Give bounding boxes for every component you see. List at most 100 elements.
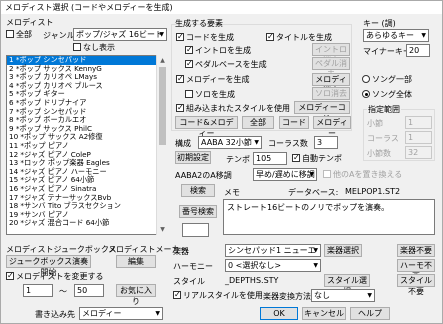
chord-melody-button[interactable]: コード&メロディー [175, 116, 238, 138]
init-settings-button[interactable]: 初期設定 [175, 151, 211, 164]
chevron-down-icon: ▼ [254, 139, 259, 146]
chord-checkbox-label: コードを生成 [186, 33, 234, 42]
melodist-list[interactable]: 1 *ポップ シンセパッド 2 *ポップ サックス KennyG 3 *ポップ カリ… [6, 55, 168, 235]
pedal-checkbox[interactable]: ペダルベースを生成 [185, 58, 267, 70]
melody-checkbox-box[interactable] [176, 73, 184, 84]
chord-button[interactable]: コード [279, 116, 309, 129]
solo-erase-button[interactable]: ソロ消去 [312, 87, 350, 100]
jukebox-to-input[interactable]: 50 [74, 284, 104, 297]
song-part-radio-dot[interactable] [362, 74, 370, 83]
aaba-select[interactable]: 早め/遅めに移調 ▼ [253, 168, 317, 181]
help-button[interactable]: ヘルプ [350, 307, 390, 320]
ok-button[interactable]: OK [260, 307, 298, 320]
melody-checkbox-label: メロディーを生成 [186, 75, 250, 84]
title-checkbox[interactable]: タイトルを生成 [266, 31, 332, 43]
title-checkbox-label: タイトルを生成 [276, 33, 332, 42]
bar-label: 小節 [367, 119, 383, 128]
chorus-label: コーラス [367, 134, 399, 143]
harmony-select[interactable]: 0 <選択なし> ▼ [225, 259, 321, 272]
solo-checkbox-label: ソロを生成 [195, 90, 235, 99]
melody-button[interactable]: メロディー [313, 116, 351, 138]
num-bars-input[interactable]: 32 [405, 146, 432, 159]
tempo-input[interactable]: 105 [253, 152, 287, 165]
replace-other-a-checkbox-box[interactable] [323, 169, 331, 178]
melody-erase-button[interactable]: メロディ消去 [312, 73, 350, 95]
instrument-none-button[interactable]: 楽器不要 [397, 244, 435, 257]
aaba-label: AABA2のA移調 [175, 171, 232, 180]
chord-checkbox-box[interactable] [176, 31, 184, 42]
style-none-button[interactable]: スタイル不要 [397, 274, 435, 296]
jukebox-start-button[interactable]: ジュークボックス演奏開始 [6, 255, 91, 277]
melody-chord-button[interactable]: メロディーコード [294, 101, 350, 123]
hide-checkbox-label: なし表示 [83, 43, 115, 52]
style-label: スタイル [173, 277, 205, 286]
scrollbar-thumb[interactable] [159, 67, 166, 145]
change-melodist-checkbox-box[interactable] [6, 270, 14, 281]
minor-key-label: マイナーキー [363, 47, 411, 56]
instrument-label: 楽器 [173, 247, 189, 256]
song-all-radio[interactable]: ソング全体 [362, 89, 412, 100]
jukebox-header: メロディストジュークボックス [6, 245, 117, 254]
memo-textarea[interactable]: ストレート16ビートのノリでポップを演奏。 [223, 199, 435, 235]
database-value: MELPOP1.ST2 [345, 187, 401, 196]
embedded-style-checkbox[interactable]: 組み込まれたスタイルを使用 [176, 102, 290, 114]
song-part-radio[interactable]: ソング一部 [362, 74, 412, 85]
jukebox-from-input[interactable]: 1 [23, 284, 53, 297]
intro-checkbox[interactable]: イントロを生成 [185, 44, 251, 56]
all-generate-button[interactable]: 全部 [242, 116, 274, 129]
song-all-radio-dot[interactable] [362, 89, 370, 98]
change-melodist-checkbox[interactable]: メロディストを変更する [6, 270, 104, 282]
real-style-checkbox[interactable]: リアルスタイルを使用 [173, 289, 263, 301]
song-all-radio-label: ソング全体 [372, 90, 412, 99]
melodist-list-item[interactable]: 20 *ジャズ 混合コード 64小節 [7, 219, 167, 228]
key-select[interactable]: あらゆるキー ▼ [363, 29, 429, 42]
chorus-input[interactable]: 1 [405, 131, 432, 144]
pedal-checkbox-box[interactable] [185, 58, 193, 69]
scroll-down-icon[interactable]: ▼ [157, 224, 168, 235]
search-button[interactable]: 検索 [181, 184, 215, 197]
edit-button[interactable]: 編集 [116, 255, 156, 268]
auto-tempo-checkbox-box[interactable] [292, 152, 300, 163]
all-checkbox[interactable]: 全部 [6, 29, 32, 40]
instrument-select-button[interactable]: 楽器選択 [324, 244, 362, 257]
chevron-down-icon: ▼ [421, 32, 426, 39]
intro-erase-button[interactable]: イントロ消去 [312, 43, 350, 65]
replace-other-a-checkbox[interactable]: 他のAを置き換える [323, 169, 402, 180]
auto-tempo-checkbox[interactable]: 自動テンポ [292, 152, 342, 164]
hide-checkbox-box[interactable] [73, 42, 81, 51]
title-checkbox-box[interactable] [266, 31, 274, 42]
genre-select[interactable]: ポップ/ジャズ 16ビート ▼ [73, 28, 167, 41]
style-select-button[interactable]: スタイル選択 [324, 274, 370, 296]
cancel-button[interactable]: キャンセル [302, 307, 346, 320]
write-to-select[interactable]: メロディー ▼ [79, 307, 163, 320]
chord-checkbox[interactable]: コードを生成 [176, 31, 234, 43]
instrument-convert-select[interactable]: なし ▼ [311, 289, 375, 302]
melody-checkbox[interactable]: メロディーを生成 [176, 73, 250, 85]
pedal-erase-button[interactable]: ペダル消去 [312, 57, 350, 79]
structure-label: 構成 [175, 139, 191, 148]
minor-key-input[interactable]: 20 [406, 44, 430, 57]
instrument-select[interactable]: シンセパッド1 ニューエイジ▼ [225, 244, 321, 257]
melodist-list-scrollbar[interactable]: ▲ ▼ [156, 55, 168, 235]
number-search-button[interactable]: 番号検索 [179, 205, 217, 218]
structure-select[interactable]: AABA 32小節 ▼ [198, 136, 262, 149]
embedded-style-checkbox-box[interactable] [176, 102, 184, 113]
intro-checkbox-box[interactable] [185, 44, 193, 55]
harmony-none-button[interactable]: ハーモ不要 [397, 259, 435, 281]
write-to-select-value: メロディー [82, 309, 122, 318]
number-search-input[interactable] [182, 223, 209, 237]
chorus-count-label: コーラス数 [268, 139, 308, 148]
real-style-checkbox-box[interactable] [173, 289, 181, 300]
scroll-up-icon[interactable]: ▲ [157, 55, 168, 66]
favorite-button[interactable]: お気に入り [116, 284, 156, 306]
hide-checkbox[interactable]: なし表示 [73, 42, 115, 53]
all-checkbox-box[interactable] [6, 29, 14, 38]
solo-checkbox[interactable]: ソロを生成 [185, 89, 235, 100]
change-melodist-checkbox-label: メロディストを変更する [16, 272, 104, 281]
key-header: キー (調) [363, 19, 396, 28]
title-bar: メロディスト選択 (コードやメロディーを生成) [1, 1, 442, 14]
chorus-count-input[interactable]: 3 [314, 136, 338, 149]
genre-select-value: ポップ/ジャズ 16ビート [76, 30, 164, 39]
bar-input[interactable]: 1 [405, 116, 432, 129]
solo-checkbox-box[interactable] [185, 89, 193, 98]
